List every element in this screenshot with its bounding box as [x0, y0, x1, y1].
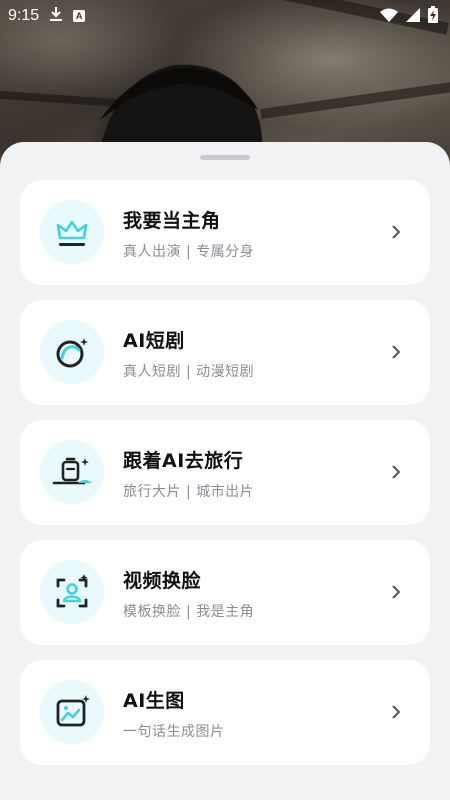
menu-item-title: 我要当主角	[123, 210, 221, 232]
menu-item-subtitle: 模板换脸 | 我是主角	[123, 604, 255, 620]
menu-item-ai-travel[interactable]: 跟着AI去旅行 旅行大片 | 城市出片	[20, 420, 430, 525]
menu-item-face-swap[interactable]: 视频换脸 模板换脸 | 我是主角	[20, 540, 430, 645]
ai-image-icon	[40, 680, 104, 744]
ai-drama-icon	[40, 320, 104, 384]
signal-icon	[406, 7, 420, 26]
status-bar: 9:15 A	[0, 0, 450, 32]
menu-item-subtitle: 真人短剧 | 动漫短剧	[123, 364, 255, 380]
status-time: 9:15	[8, 7, 40, 24]
menu-item-subtitle: 一句话生成图片	[123, 724, 225, 740]
menu-item-ai-drama[interactable]: AI短剧 真人短剧 | 动漫短剧	[20, 300, 430, 405]
travel-icon	[40, 440, 104, 504]
chevron-right-icon	[388, 584, 404, 600]
crown-icon	[40, 200, 104, 264]
menu-item-subtitle: 旅行大片 | 城市出片	[123, 484, 255, 500]
chevron-right-icon	[388, 704, 404, 720]
menu-item-protagonist[interactable]: 我要当主角 真人出演 | 专属分身	[20, 180, 430, 285]
menu-item-title: 视频换脸	[123, 570, 202, 592]
menu-item-title: AI生图	[123, 690, 185, 712]
drag-handle[interactable]	[200, 155, 250, 160]
menu-item-title: 跟着AI去旅行	[123, 450, 244, 472]
wifi-icon	[380, 7, 398, 26]
chevron-right-icon	[388, 344, 404, 360]
menu-item-title: AI短剧	[123, 330, 185, 352]
battery-charging-icon	[428, 5, 438, 27]
a-badge-icon: A	[73, 10, 86, 22]
menu-item-ai-image[interactable]: AI生图 一句话生成图片	[20, 660, 430, 765]
menu-item-subtitle: 真人出演 | 专属分身	[123, 244, 255, 260]
chevron-right-icon	[388, 224, 404, 240]
face-swap-icon	[40, 560, 104, 624]
download-icon	[49, 6, 63, 26]
chevron-right-icon	[388, 464, 404, 480]
bottom-sheet: 我要当主角 真人出演 | 专属分身 AI短剧 真人短剧 | 动漫短剧 跟着AI去…	[0, 142, 450, 800]
